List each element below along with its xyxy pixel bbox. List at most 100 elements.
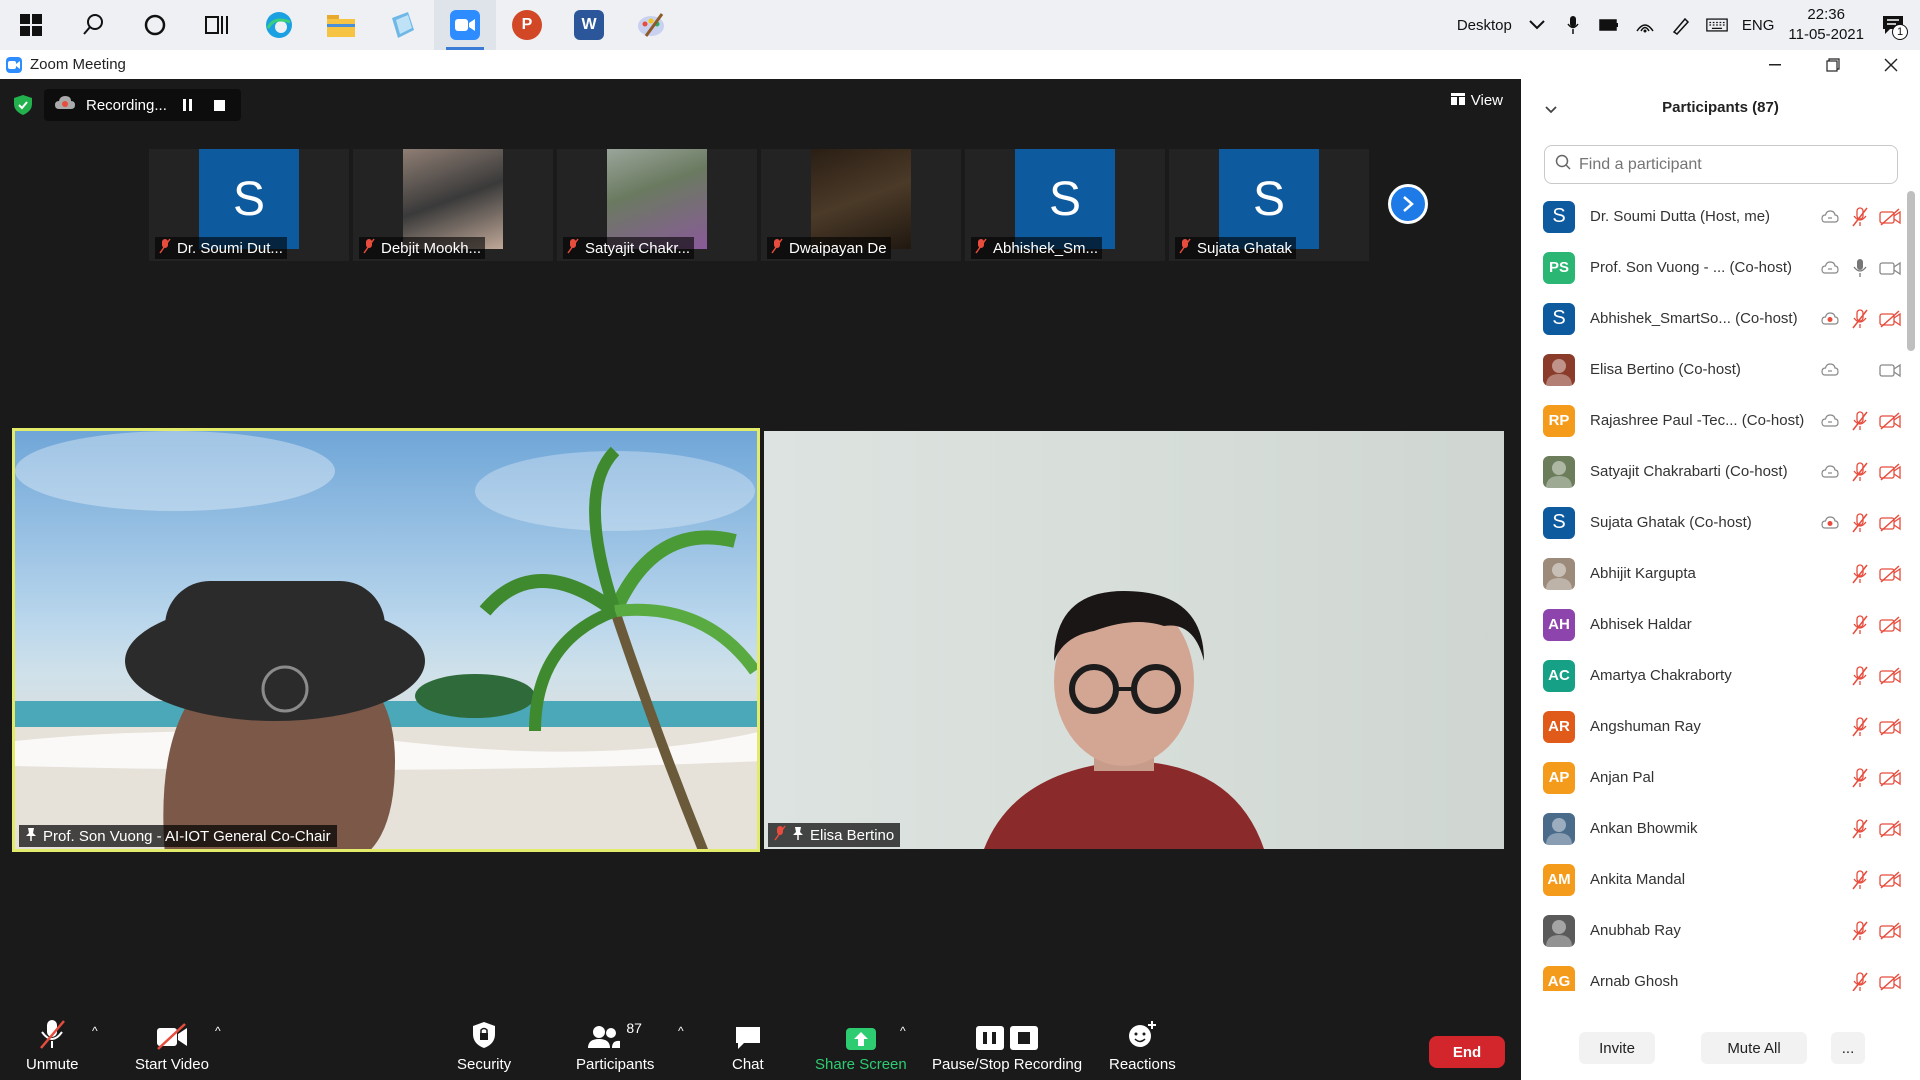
next-page-button[interactable] xyxy=(1388,184,1428,224)
muted-mic-icon[interactable] xyxy=(1849,869,1871,891)
video-tile-son-vuong[interactable]: Prof. Son Vuong - AI-IOT General Co-Chai… xyxy=(12,428,760,852)
participant-thumbnail[interactable]: Debjit Mookh... xyxy=(353,149,553,261)
participant-row[interactable]: Abhijit Kargupta xyxy=(1521,548,1901,599)
zoom-app-icon[interactable] xyxy=(434,0,496,50)
participant-row[interactable]: S Dr. Soumi Dutta (Host, me) xyxy=(1521,191,1901,242)
muted-mic-icon[interactable] xyxy=(1849,512,1871,534)
participant-row[interactable]: AC Amartya Chakraborty xyxy=(1521,650,1901,701)
participant-row[interactable]: AH Abhisek Haldar xyxy=(1521,599,1901,650)
language-indicator[interactable]: ENG xyxy=(1742,17,1775,34)
audio-options-caret[interactable]: ^ xyxy=(92,1024,98,1038)
search-input[interactable] xyxy=(1579,155,1879,174)
video-on-icon xyxy=(1879,257,1901,279)
participant-name: Dr. Soumi Dutta (Host, me) xyxy=(1590,208,1771,225)
participant-thumbnail[interactable]: S Sujata Ghatak xyxy=(1169,149,1369,261)
powerpoint-icon[interactable]: P xyxy=(496,0,558,50)
video-options-caret[interactable]: ^ xyxy=(215,1024,221,1038)
reactions-button[interactable]: Reactions xyxy=(1109,1016,1176,1073)
keyboard-icon[interactable] xyxy=(1706,14,1728,36)
share-screen-button[interactable]: Share Screen xyxy=(815,1016,907,1073)
notification-center-icon[interactable]: 1 xyxy=(1878,14,1908,40)
wifi-icon[interactable] xyxy=(1634,14,1656,36)
edge-icon[interactable] xyxy=(248,0,310,50)
participant-row[interactable]: Satyajit Chakrabarti (Co-host) xyxy=(1521,446,1901,497)
participant-row[interactable]: Elisa Bertino (Co-host) xyxy=(1521,344,1901,395)
more-options-button[interactable]: ... xyxy=(1831,1032,1865,1064)
unmute-button[interactable]: Unmute xyxy=(26,1016,79,1073)
participant-row[interactable]: Anubhab Ray xyxy=(1521,905,1901,956)
participant-row[interactable]: PS Prof. Son Vuong - ... (Co-host) xyxy=(1521,242,1901,293)
beach-background-illustration xyxy=(15,431,757,849)
video-off-icon xyxy=(1879,767,1901,789)
notes-app-icon[interactable] xyxy=(372,0,434,50)
muted-mic-icon[interactable] xyxy=(1849,971,1871,992)
muted-mic-icon xyxy=(975,238,987,258)
chat-button[interactable]: Chat xyxy=(732,1016,764,1073)
invite-button[interactable]: Invite xyxy=(1579,1032,1655,1064)
video-off-icon xyxy=(1879,614,1901,636)
participant-row[interactable]: S Sujata Ghatak (Co-host) xyxy=(1521,497,1901,548)
muted-mic-icon[interactable] xyxy=(1849,614,1871,636)
muted-mic-icon[interactable] xyxy=(1849,920,1871,942)
pause-stop-recording-button[interactable]: Pause/Stop Recording xyxy=(932,1016,1082,1073)
cortana-icon[interactable] xyxy=(124,0,186,50)
participants-options-caret[interactable]: ^ xyxy=(678,1024,684,1038)
video-off-icon xyxy=(1879,869,1901,891)
participant-row[interactable]: Ankan Bhowmik xyxy=(1521,803,1901,854)
restore-button[interactable] xyxy=(1804,50,1862,79)
muted-mic-icon[interactable] xyxy=(1849,563,1871,585)
share-screen-icon xyxy=(845,1016,876,1050)
muted-mic-icon[interactable] xyxy=(1849,206,1871,228)
participant-row[interactable]: RP Rajashree Paul -Tec... (Co-host) xyxy=(1521,395,1901,446)
muted-mic-icon[interactable] xyxy=(1849,665,1871,687)
file-explorer-icon[interactable] xyxy=(310,0,372,50)
participant-row[interactable]: AR Angshuman Ray xyxy=(1521,701,1901,752)
participant-list-scrollbar[interactable] xyxy=(1907,191,1915,351)
participant-thumbnail[interactable]: S Dr. Soumi Dut... xyxy=(149,149,349,261)
microphone-icon[interactable] xyxy=(1849,257,1871,279)
participant-avatar: S xyxy=(1543,302,1575,335)
encryption-shield-icon[interactable] xyxy=(12,93,34,117)
muted-mic-icon[interactable] xyxy=(1849,308,1871,330)
participant-thumbnail[interactable]: Satyajit Chakr... xyxy=(557,149,757,261)
battery-icon[interactable] xyxy=(1598,14,1620,36)
word-icon[interactable]: W xyxy=(558,0,620,50)
clock-time: 22:36 xyxy=(1807,6,1845,23)
search-icon[interactable] xyxy=(62,0,124,50)
share-options-caret[interactable]: ^ xyxy=(900,1024,906,1038)
minimize-button[interactable] xyxy=(1746,50,1804,79)
recording-status: Recording... xyxy=(44,89,241,121)
participant-row[interactable]: AG Arnab Ghosh xyxy=(1521,956,1901,991)
participant-row[interactable]: S Abhishek_SmartSo... (Co-host) xyxy=(1521,293,1901,344)
microphone-icon[interactable] xyxy=(1562,14,1584,36)
muted-mic-icon[interactable] xyxy=(1849,461,1871,483)
muted-mic-icon[interactable] xyxy=(1849,410,1871,432)
cloud-recording-icon xyxy=(1819,359,1841,381)
participant-thumbnail[interactable]: S Abhishek_Sm... xyxy=(965,149,1165,261)
muted-mic-icon[interactable] xyxy=(1849,818,1871,840)
participant-row[interactable]: AP Anjan Pal xyxy=(1521,752,1901,803)
video-tile-elisa-bertino[interactable]: Elisa Bertino xyxy=(764,431,1504,849)
muted-mic-icon[interactable] xyxy=(1849,767,1871,789)
desktop-label[interactable]: Desktop xyxy=(1457,17,1512,34)
video-off-icon xyxy=(1879,920,1901,942)
participants-button[interactable]: 87 Participants xyxy=(576,1016,654,1073)
start-video-button[interactable]: Start Video xyxy=(135,1016,209,1073)
pen-icon[interactable] xyxy=(1670,14,1692,36)
participant-row[interactable]: AM Ankita Mandal xyxy=(1521,854,1901,905)
mute-all-button[interactable]: Mute All xyxy=(1701,1032,1807,1064)
participant-thumbnail[interactable]: Dwaipayan De xyxy=(761,149,961,261)
windows-start-icon[interactable] xyxy=(0,0,62,50)
security-button[interactable]: Security xyxy=(457,1016,511,1073)
end-meeting-button[interactable]: End xyxy=(1429,1036,1505,1068)
overflow-chevron-icon[interactable] xyxy=(1526,14,1548,36)
paint-icon[interactable] xyxy=(620,0,682,50)
view-button[interactable]: View xyxy=(1450,92,1503,109)
pause-recording-button[interactable] xyxy=(177,99,199,111)
collapse-chevron-icon[interactable] xyxy=(1545,101,1557,119)
close-button[interactable] xyxy=(1862,50,1920,79)
task-view-icon[interactable] xyxy=(186,0,248,50)
muted-mic-icon[interactable] xyxy=(1849,716,1871,738)
stop-recording-button[interactable] xyxy=(209,99,231,111)
clock[interactable]: 22:36 11-05-2021 xyxy=(1788,5,1864,45)
